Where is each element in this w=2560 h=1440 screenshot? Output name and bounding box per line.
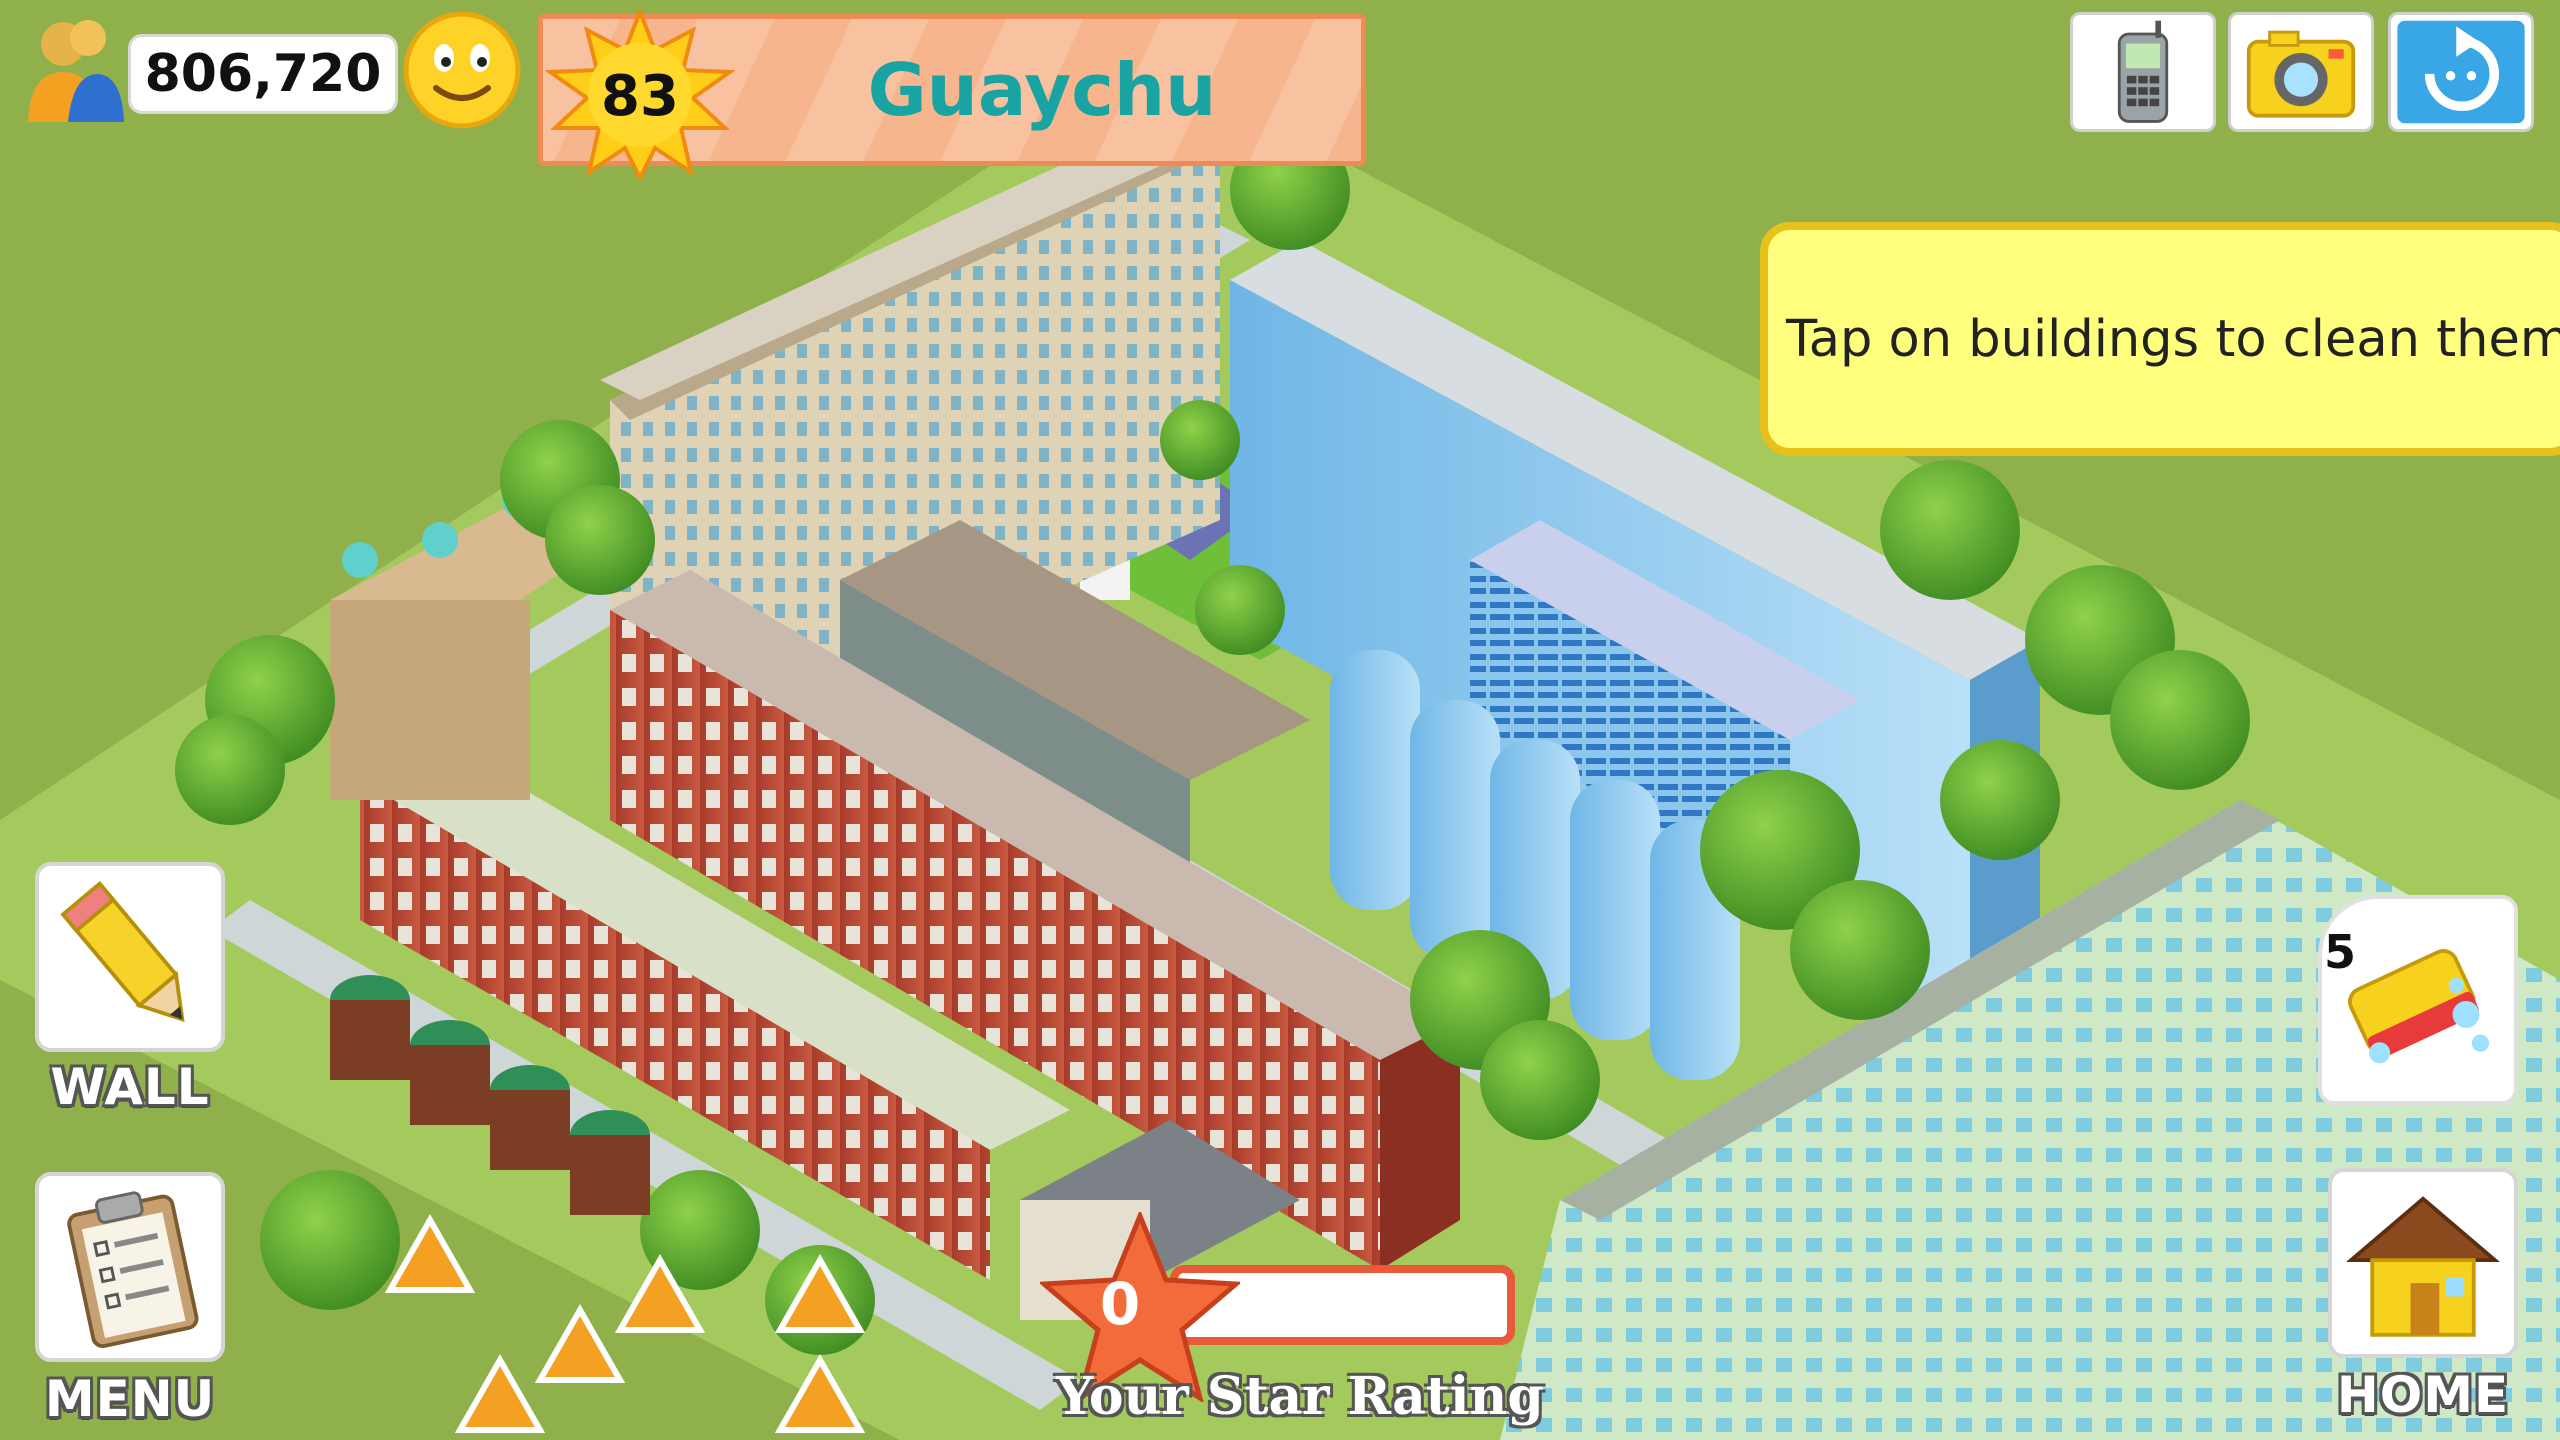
tutorial-tip: Tap on buildings to clean them. [1760,222,2560,456]
wall-label: WALL [50,1058,210,1116]
clean-count: 5 [2323,925,2356,979]
city-map[interactable] [0,0,2560,1440]
menu-label: MENU [44,1370,216,1428]
star-rating-value: 0 [1099,1270,1141,1338]
city-name: Guaychu [867,48,1217,132]
home-label: HOME [2336,1366,2510,1424]
level-number: 83 [601,64,679,129]
camera-icon [2246,30,2356,118]
pencil-icon [60,880,185,1023]
home-button[interactable] [2328,1168,2518,1358]
star-rating-label: Your Star Rating [1056,1366,1544,1427]
level-sun-icon: 83 [545,10,735,180]
phone-icon [2117,20,2169,123]
camera-button[interactable] [2228,12,2374,132]
refresh-button[interactable] [2388,12,2534,132]
population-counter: 806,720 [18,14,398,122]
population-people-icon [28,20,124,122]
wall-button[interactable] [35,862,225,1052]
home-icon [2345,1196,2501,1337]
population-value: 806,720 [128,34,398,114]
smiley-face-icon[interactable] [400,8,524,132]
refresh-icon [2397,20,2525,124]
menu-button[interactable] [35,1172,225,1362]
phone-button[interactable] [2070,12,2216,132]
clipboard-icon [67,1191,199,1348]
